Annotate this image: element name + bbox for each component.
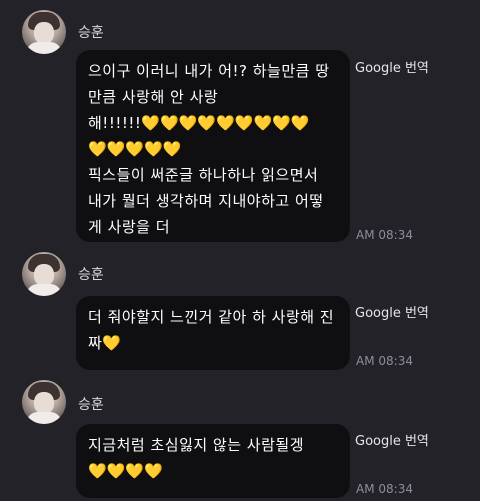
avatar[interactable] <box>22 380 66 424</box>
message-line: 지금처럼 초심잃지 않는 사람될겡 <box>88 436 305 454</box>
heart-icon: 💛 <box>102 334 121 352</box>
google-translate-link[interactable]: Google 번역 <box>355 302 429 321</box>
heart-icon: 💛💛💛💛💛 <box>88 140 182 158</box>
sender-name: 승훈 <box>78 25 104 41</box>
avatar[interactable] <box>22 252 66 296</box>
sender-name: 승훈 <box>78 267 104 283</box>
sender-name: 승훈 <box>78 397 104 413</box>
timestamp: AM 08:34 <box>356 354 413 368</box>
message-line: 해!!!!!!💛💛💛💛💛💛💛💛💛 <box>88 114 310 132</box>
timestamp: AM 08:34 <box>356 482 413 496</box>
google-translate-link[interactable]: Google 번역 <box>355 57 429 76</box>
message-line: 내가 뭘더 생각하며 지내야하고 어떻 <box>88 192 324 210</box>
message-line: 게 사랑을 더 <box>88 218 171 236</box>
message-line: 짜💛 <box>88 334 121 352</box>
message-line: 더 줘야할지 느낀거 같아 하 사랑해 진 <box>88 308 335 326</box>
timestamp: AM 08:34 <box>356 228 413 242</box>
message-line: 만큼 사랑해 안 사랑 <box>88 88 219 106</box>
google-translate-link[interactable]: Google 번역 <box>355 430 429 449</box>
message-bubble[interactable]: 더 줘야할지 느낀거 같아 하 사랑해 진 짜💛 <box>76 296 350 370</box>
message-bubble[interactable]: 으이구 이러니 내가 어!? 하늘만큼 땅 만큼 사랑해 안 사랑 해!!!!!… <box>76 50 350 242</box>
heart-icon: 💛💛💛💛💛💛💛💛💛 <box>141 114 310 132</box>
heart-icon: 💛💛💛💛 <box>88 462 163 480</box>
message-line: 으이구 이러니 내가 어!? 하늘만큼 땅 <box>88 62 330 80</box>
message-bubble[interactable]: 지금처럼 초심잃지 않는 사람될겡 💛💛💛💛 <box>76 424 350 498</box>
avatar[interactable] <box>22 10 66 54</box>
chat-screen: { "messages": [ { "sender": "승훈", "lines… <box>0 0 480 501</box>
message-line: 픽스들이 써준글 하나하나 읽으면서 <box>88 166 319 184</box>
